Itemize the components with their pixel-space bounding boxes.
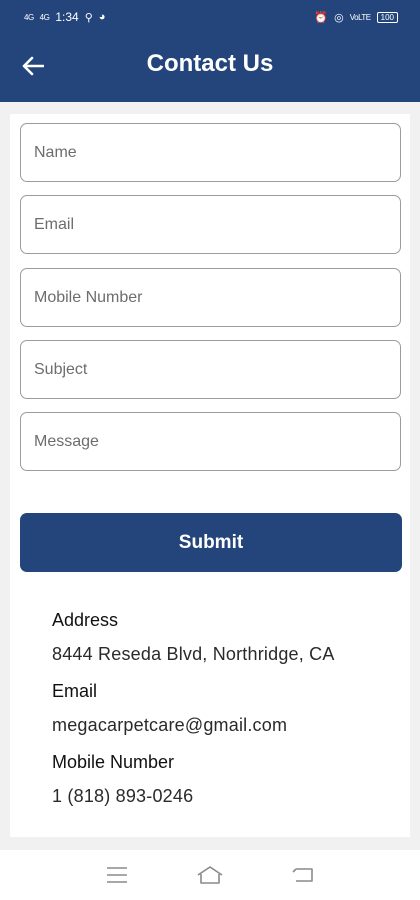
subject-input[interactable] — [34, 360, 387, 379]
signal-1: 4G — [24, 12, 34, 22]
wifi-icon: ◎ — [334, 11, 344, 24]
status-left: 4G 4G 1:34 ⚲ ◕ — [24, 10, 105, 24]
address-label: Address — [52, 610, 119, 630]
title-row: Contact Us — [0, 34, 420, 98]
subject-field[interactable] — [20, 340, 401, 399]
network-type: VoLTE — [349, 12, 371, 22]
system-nav-bar — [0, 850, 420, 900]
contact-card: Submit Address 8444 Reseda Blvd, Northri… — [10, 114, 410, 837]
submit-button[interactable]: Submit — [20, 513, 402, 572]
page-title: Contact Us — [146, 50, 274, 77]
nav-home-button[interactable] — [190, 860, 230, 890]
nav-back-button[interactable] — [283, 860, 323, 890]
email-input[interactable] — [34, 215, 387, 234]
app-header: 4G 4G 1:34 ⚲ ◕ ⏰ ◎ VoLTE 100 Contact Us — [0, 0, 420, 102]
email-field[interactable] — [20, 195, 401, 254]
status-time: 1:34 — [55, 10, 79, 24]
status-bar: 4G 4G 1:34 ⚲ ◕ ⏰ ◎ VoLTE 100 — [0, 0, 420, 34]
name-field[interactable] — [20, 123, 401, 182]
address-value: 8444 Reseda Blvd, Northridge, CA — [52, 644, 335, 664]
message-field[interactable] — [20, 412, 401, 471]
back-icon — [292, 868, 314, 882]
home-icon — [197, 866, 223, 884]
email-label: Email — [52, 681, 98, 701]
alarm-icon: ⏰ — [314, 11, 329, 24]
message-input[interactable] — [34, 432, 387, 451]
name-input[interactable] — [34, 143, 387, 162]
usb-icon: ⚲ — [84, 11, 93, 24]
mobile-field[interactable] — [20, 268, 401, 327]
notification-icon: ◕ — [98, 11, 106, 23]
content-area: Submit Address 8444 Reseda Blvd, Northri… — [0, 102, 420, 850]
menu-icon — [106, 867, 127, 883]
signal-2: 4G — [39, 12, 50, 22]
email-value[interactable]: megacarpetcare@gmail.com — [52, 715, 287, 736]
mobile-input[interactable] — [34, 288, 387, 307]
nav-menu-button[interactable] — [97, 860, 137, 890]
status-right: ⏰ ◎ VoLTE 100 — [314, 11, 398, 24]
battery-indicator: 100 — [376, 11, 398, 23]
mobile-label: Mobile Number — [52, 752, 175, 772]
mobile-value[interactable]: 1 (818) 893-0246 — [52, 786, 193, 807]
